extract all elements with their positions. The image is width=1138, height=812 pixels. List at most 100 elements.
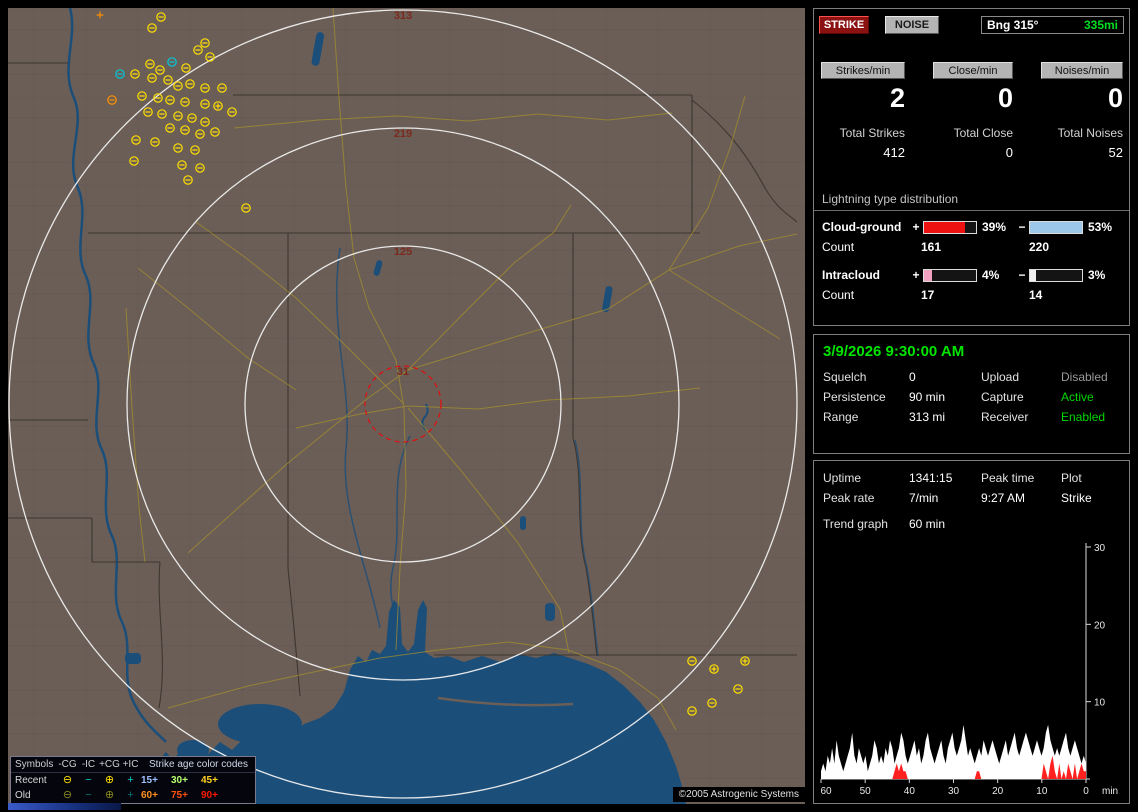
- svg-text:30: 30: [948, 786, 960, 797]
- stats-grid: Uptime 1341:15 Peak time Plot Peak rate …: [814, 471, 1129, 505]
- svg-text:313: 313: [394, 10, 412, 22]
- strike-summary-panel: STRIKE NOISE Bng 315° 335mi Strikes/min …: [813, 8, 1130, 326]
- svg-text:30: 30: [1094, 543, 1106, 554]
- lake: [520, 516, 526, 530]
- status-panel: 3/9/2026 9:30:00 AM Squelch 0 Upload Dis…: [813, 334, 1130, 454]
- squelch-label: Squelch: [823, 370, 867, 384]
- count-label: Count: [822, 240, 855, 254]
- cg-plus-percent: 39%: [982, 220, 1007, 234]
- cg-minus-bar: [1029, 220, 1083, 234]
- status-grid: Squelch 0 Upload Disabled Persistence 90…: [814, 370, 1129, 424]
- capture-label: Capture: [981, 390, 1024, 404]
- legend-header: Symbols -CG -IC +CG +IC Strike age color…: [11, 757, 255, 773]
- svg-text:40: 40: [904, 786, 916, 797]
- lake-pontchartrain: [218, 704, 302, 744]
- total-strikes-value: 412: [883, 145, 905, 160]
- peak-rate-value: 7/min: [909, 491, 939, 505]
- range-value: 313 mi: [909, 410, 946, 424]
- legend-age-header: Strike age color codes: [149, 759, 248, 770]
- peak-rate-label: Peak rate: [823, 491, 875, 505]
- lake: [545, 603, 555, 621]
- distribution-title: Lightning type distribution: [814, 192, 1129, 211]
- rate-buttons-row: Strikes/min Close/min Noises/min: [821, 62, 1129, 79]
- cloud-ground-label: Cloud-ground: [822, 220, 902, 234]
- noises-per-min-button[interactable]: Noises/min: [1041, 62, 1123, 79]
- svg-text:10: 10: [1094, 698, 1106, 709]
- receiver-label: Receiver: [981, 410, 1029, 424]
- strikes-per-min-button[interactable]: Strikes/min: [821, 62, 905, 79]
- stats-trend-panel: Uptime 1341:15 Peak time Plot Peak rate …: [813, 460, 1130, 804]
- totals-labels-row: Total Strikes Total Close Total Noises: [821, 126, 1129, 140]
- peak-time-value: 9:27 AM: [981, 491, 1026, 505]
- close-per-min-button[interactable]: Close/min: [933, 62, 1013, 79]
- strikes-per-min-value: 2: [889, 83, 905, 113]
- strike-tab-button[interactable]: STRIKE: [819, 16, 869, 34]
- svg-text:min: min: [1102, 786, 1118, 797]
- total-strikes-label: Total Strikes: [839, 126, 905, 140]
- range-label: Range: [823, 410, 859, 424]
- ic-plus-bar: [923, 268, 977, 282]
- noise-tab-button[interactable]: NOISE: [885, 16, 939, 34]
- ic-minus-percent: 3%: [1088, 268, 1106, 282]
- legend-symbols-header: Symbols: [15, 759, 54, 770]
- bearing-label: Bng 315°: [987, 18, 1039, 32]
- uptime-value: 1341:15: [909, 471, 953, 485]
- svg-text:219: 219: [394, 128, 412, 140]
- cloud-ground-row: Cloud-ground + 39% − 53%: [814, 220, 1129, 234]
- count-label: Count: [822, 288, 855, 302]
- total-noises-value: 52: [1108, 145, 1123, 160]
- rate-values-row: 2 0 0: [821, 83, 1129, 114]
- total-close-value: 0: [1005, 145, 1013, 160]
- svg-text:20: 20: [1094, 620, 1106, 631]
- receiver-status: Enabled: [1061, 410, 1106, 424]
- persistence-label: Persistence: [823, 390, 886, 404]
- cloud-ground-count-row: Count 161 220: [814, 240, 1129, 254]
- plot-label: Plot: [1061, 471, 1082, 485]
- ic-minus-bar: [1029, 268, 1083, 282]
- svg-text:10: 10: [1036, 786, 1048, 797]
- lightning-map[interactable]: 313 219 125 31 Symbols -CG -IC +CG +IC Stri…: [8, 8, 805, 804]
- plot-value: Strike: [1061, 491, 1092, 505]
- trend-graph-window: 60 min: [909, 517, 946, 531]
- legend-row-old: Old ⊖ − ⊕ +60+ 75+ 90+: [15, 789, 218, 802]
- legend-col-ic-plus: +IC: [122, 759, 139, 770]
- datetime-display: 3/9/2026 9:30:00 AM: [823, 343, 965, 360]
- cg-minus-percent: 53%: [1088, 220, 1113, 234]
- total-noises-label: Total Noises: [1057, 126, 1123, 140]
- upload-label: Upload: [981, 370, 1020, 384]
- legend-row-recent: Recent ⊖ − ⊕ +15+ 30+ 45+: [15, 774, 218, 787]
- bearing-range: 335mi: [1083, 18, 1118, 32]
- trend-graph-row: Trend graph 60 min: [814, 517, 1129, 531]
- squelch-value: 0: [909, 370, 916, 384]
- noises-per-min-value: 0: [1107, 83, 1123, 113]
- svg-text:31: 31: [397, 366, 409, 378]
- ic-plus-percent: 4%: [982, 268, 1000, 282]
- svg-text:20: 20: [992, 786, 1004, 797]
- svg-text:50: 50: [860, 786, 872, 797]
- svg-text:125: 125: [394, 246, 412, 258]
- window-edge-accent: [8, 803, 121, 810]
- svg-text:60: 60: [820, 786, 832, 797]
- mode-row: STRIKE NOISE Bng 315° 335mi: [819, 16, 1124, 34]
- map-canvas[interactable]: 313 219 125 31: [8, 8, 805, 804]
- minus-sign: −: [1018, 220, 1026, 234]
- intracloud-count-row: Count 17 14: [814, 288, 1129, 302]
- trend-graph-label: Trend graph: [823, 517, 888, 531]
- total-close-label: Total Close: [953, 126, 1013, 140]
- bearing-readout: Bng 315° 335mi: [981, 16, 1124, 34]
- intracloud-row: Intracloud + 4% − 3%: [814, 268, 1129, 282]
- copyright-text: ©2005 Astrogenic Systems: [672, 787, 805, 802]
- close-per-min-value: 0: [997, 83, 1013, 113]
- plus-sign: +: [912, 220, 920, 234]
- cg-plus-bar: [923, 220, 977, 234]
- cg-minus-count: 220: [1029, 240, 1050, 254]
- persistence-value: 90 min: [909, 390, 946, 404]
- trend-graph: 10 20 30 60 50 40 30 20 10 0 min: [820, 543, 1118, 797]
- ic-minus-count: 14: [1029, 288, 1043, 302]
- ic-plus-count: 17: [921, 288, 935, 302]
- intracloud-label: Intracloud: [822, 268, 881, 282]
- legend-col-cg-minus: -CG: [58, 759, 77, 770]
- svg-text:0: 0: [1083, 786, 1089, 797]
- upload-status: Disabled: [1061, 370, 1108, 384]
- nexstorm-window: 313 219 125 31 Symbols -CG -IC +CG +IC Stri…: [0, 0, 1138, 812]
